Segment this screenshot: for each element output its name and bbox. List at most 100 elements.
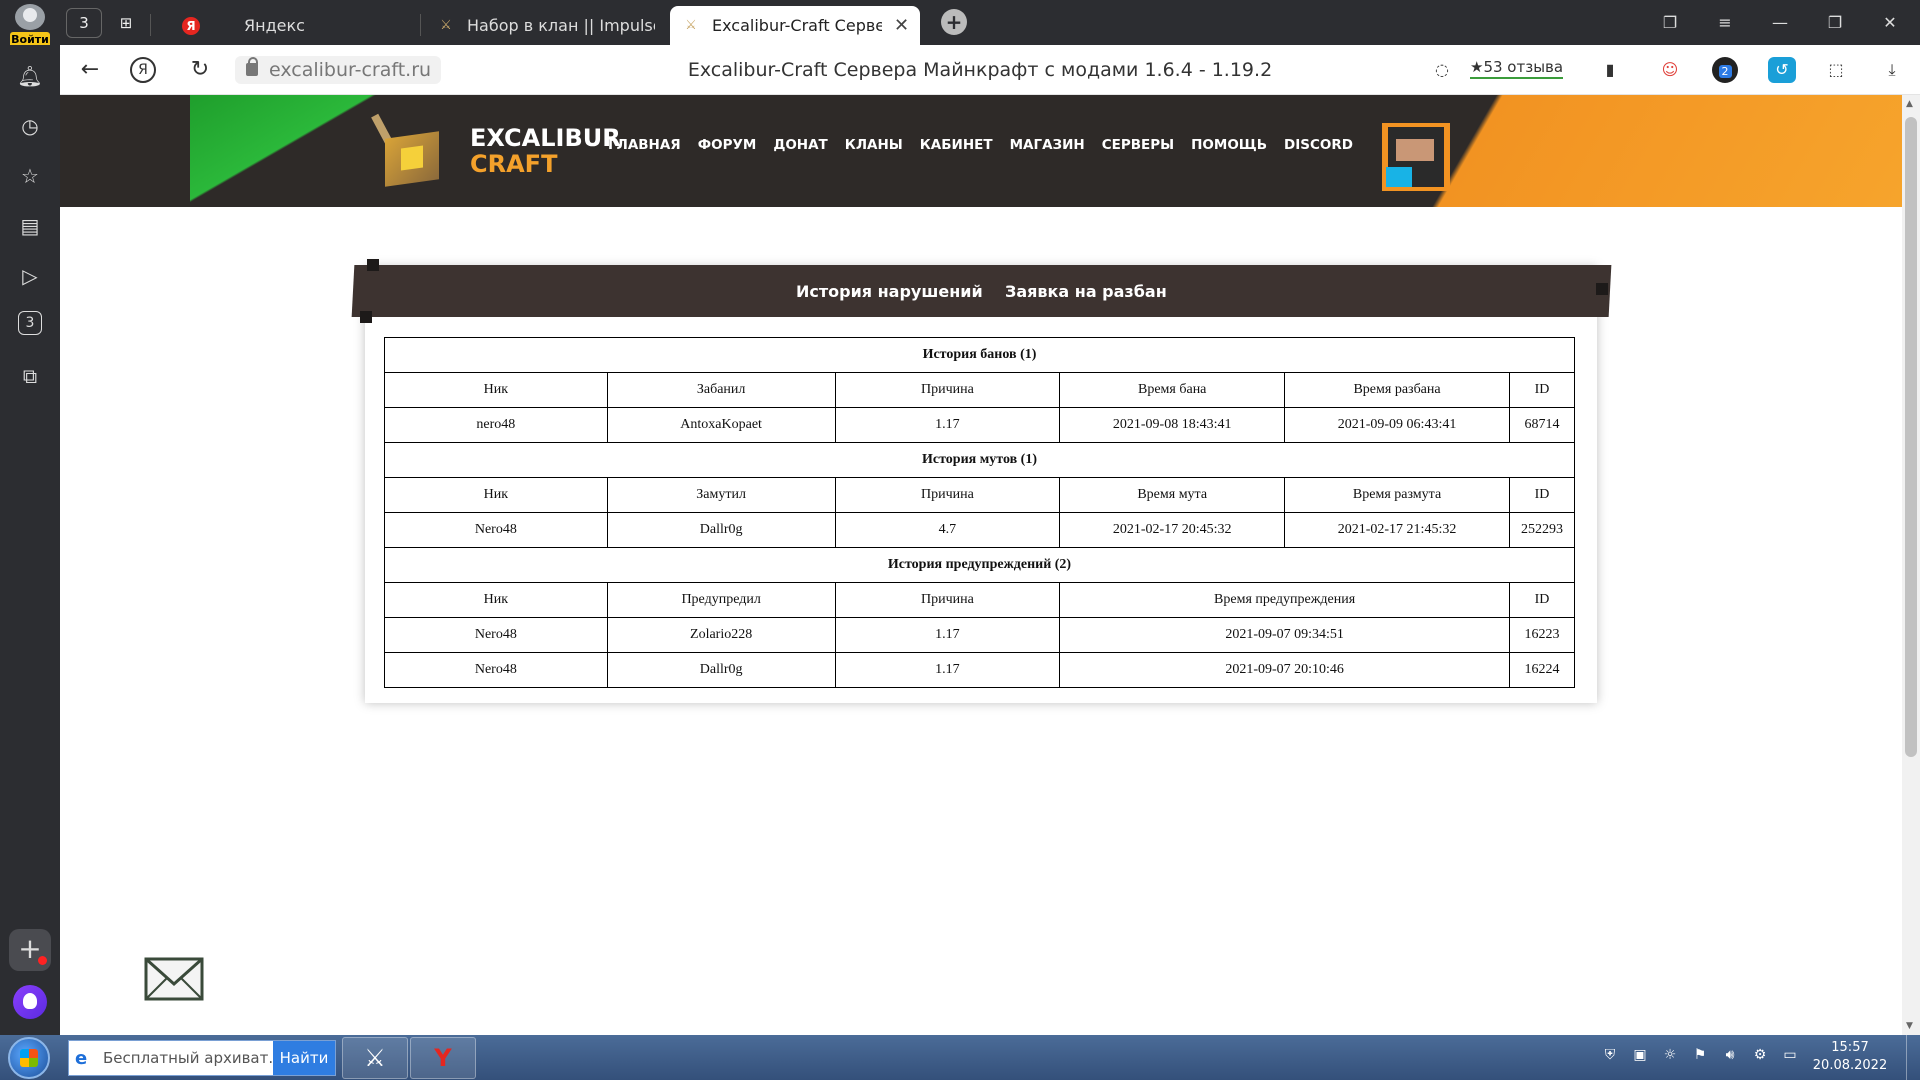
show-desktop-button[interactable] bbox=[1906, 1035, 1920, 1080]
nav-donate[interactable]: ДОНАТ bbox=[773, 137, 827, 153]
tab-excalibur-active[interactable]: ⚔ Excalibur-Craft Сервера ✕ bbox=[670, 6, 920, 45]
tab-groups-icon[interactable]: ⊞ bbox=[108, 8, 144, 38]
back-arrow-icon[interactable]: ← bbox=[75, 55, 105, 85]
taskbar-search-box[interactable]: e Бесплатный архиват... Найти bbox=[68, 1040, 336, 1076]
tab-count-icon[interactable]: 3 bbox=[18, 311, 42, 335]
browser-sidebar: 🔔︎ ◷ ☆ ▤ ▷ 3 ⧉ + bbox=[0, 45, 60, 1035]
table-cell: 1.17 bbox=[834, 407, 1061, 443]
table-header-row: Ник Предупредил Причина Время предупрежд… bbox=[384, 582, 1576, 618]
table-cell: 1.17 bbox=[834, 652, 1061, 688]
player-skin-avatar[interactable] bbox=[1382, 123, 1450, 191]
collections-icon[interactable]: ❐ bbox=[1650, 8, 1690, 38]
nav-clans[interactable]: КЛАНЫ bbox=[845, 137, 903, 153]
sword-favicon-icon: ⚔ bbox=[440, 18, 452, 33]
logo-line-craft: CRAFT bbox=[470, 150, 558, 178]
taskbar-search-button[interactable]: Найти bbox=[273, 1041, 335, 1075]
column-header: Предупредил bbox=[606, 582, 836, 618]
nav-shop[interactable]: МАГАЗИН bbox=[1010, 137, 1085, 153]
taskbar-search-text: Бесплатный архиват... bbox=[103, 1049, 283, 1067]
warnings-section-title: История предупреждений (2) bbox=[384, 547, 1575, 583]
user-avatar-icon bbox=[15, 4, 45, 30]
column-header: Время бана bbox=[1059, 372, 1286, 408]
reviews-link[interactable]: ★53 отзыва bbox=[1470, 58, 1564, 79]
extension-puzzle-icon[interactable]: ⬚ bbox=[1822, 57, 1850, 83]
table-cell: Nero48 bbox=[384, 652, 608, 688]
network-flag-icon[interactable]: ⚑ bbox=[1690, 1045, 1710, 1065]
profile-button[interactable]: Войти bbox=[6, 4, 54, 48]
tab-counter-label: 3 bbox=[79, 14, 89, 32]
table-section-row: История предупреждений (2) bbox=[384, 547, 1575, 583]
minecraft-sword-app-icon[interactable]: ⚔ bbox=[342, 1037, 408, 1079]
extension-translate-icon[interactable]: ↺ bbox=[1768, 57, 1796, 83]
bookmarks-star-icon[interactable]: ☆ bbox=[15, 161, 45, 191]
table-cell: 2021-09-07 20:10:46 bbox=[1059, 652, 1510, 688]
tab-yandex[interactable]: Я Яндекс bbox=[170, 6, 410, 45]
site-logo-text[interactable]: EXCALIBUR CRAFT bbox=[470, 125, 621, 177]
table-cell: 2021-09-07 09:34:51 bbox=[1059, 617, 1510, 653]
nav-cabinet[interactable]: КАБИНЕТ bbox=[920, 137, 993, 153]
extension-counter-icon[interactable]: 2 bbox=[1712, 57, 1738, 83]
minimize-icon[interactable]: — bbox=[1760, 8, 1800, 38]
url-field[interactable]: excalibur-craft.ru bbox=[235, 56, 442, 84]
column-header: ID bbox=[1508, 582, 1576, 618]
clock-time: 15:57 bbox=[1831, 1040, 1869, 1055]
page-scrollbar[interactable]: ▲ ▼ bbox=[1902, 95, 1920, 1035]
new-tab-button[interactable]: + bbox=[941, 9, 967, 35]
notifications-bell-icon[interactable]: 🔔︎ bbox=[15, 61, 45, 91]
video-play-icon[interactable]: ▷ bbox=[15, 261, 45, 291]
table-cell: 1.17 bbox=[834, 617, 1061, 653]
nav-help[interactable]: ПОМОЩЬ bbox=[1191, 137, 1267, 153]
column-header: Время мута bbox=[1059, 477, 1286, 513]
history-clock-icon[interactable]: ◷ bbox=[15, 111, 45, 141]
steam-icon[interactable]: ⚙ bbox=[1750, 1045, 1770, 1065]
excalibur-logo-icon[interactable] bbox=[371, 113, 450, 188]
table-cell: 2021-09-09 06:43:41 bbox=[1284, 407, 1510, 443]
corner-decoration bbox=[1596, 283, 1608, 295]
nav-home[interactable]: ГЛАВНАЯ bbox=[608, 137, 681, 153]
page-content: История нарушений Заявка на разбан Истор… bbox=[60, 207, 1902, 1035]
nav-servers[interactable]: СЕРВЕРЫ bbox=[1102, 137, 1174, 153]
tab-impulse[interactable]: ⚔ Набор в клан || Impulse - I bbox=[425, 6, 655, 45]
column-header: ID bbox=[1508, 372, 1576, 408]
nvidia-icon[interactable]: ▣ bbox=[1630, 1045, 1650, 1065]
system-tray: ⛨ ▣ ☼ ⚑ 🔊︎ ⚙ ▭ bbox=[1600, 1045, 1800, 1065]
screenshot-camera-icon[interactable]: ⧉ bbox=[15, 361, 45, 391]
start-button[interactable] bbox=[8, 1037, 50, 1079]
taskbar-clock[interactable]: 15:57 20.08.2022 bbox=[1810, 1039, 1890, 1075]
table-cell: 2021-09-08 18:43:41 bbox=[1059, 407, 1286, 443]
extension-badge: 2 bbox=[1718, 65, 1732, 78]
nav-discord[interactable]: DISCORD bbox=[1284, 137, 1353, 153]
collections-icon[interactable]: ▤ bbox=[15, 211, 45, 241]
yandex-home-icon[interactable]: Я bbox=[130, 57, 156, 83]
scroll-up-arrow-icon[interactable]: ▲ bbox=[1906, 99, 1913, 109]
tab-counter-button[interactable]: 3 bbox=[66, 8, 102, 38]
table-cell: 68714 bbox=[1508, 407, 1576, 443]
alice-assistant-icon[interactable] bbox=[13, 985, 47, 1019]
close-window-icon[interactable]: ✕ bbox=[1870, 8, 1910, 38]
extension-mask-icon[interactable]: ☺ bbox=[1656, 57, 1684, 83]
nav-forum[interactable]: ФОРУМ bbox=[698, 137, 757, 153]
antivirus-icon[interactable]: ☼ bbox=[1660, 1045, 1680, 1065]
bookmark-icon[interactable]: ▮ bbox=[1596, 57, 1624, 83]
column-header: Причина bbox=[834, 372, 1061, 408]
security-shield-icon[interactable]: ⛨ bbox=[1600, 1045, 1620, 1065]
volume-icon[interactable]: 🔊︎ bbox=[1720, 1045, 1740, 1065]
reload-icon[interactable]: ↻ bbox=[185, 55, 215, 85]
restore-icon[interactable]: ❐ bbox=[1815, 8, 1855, 38]
downloads-icon[interactable]: ⤓ bbox=[1878, 57, 1906, 83]
display-icon[interactable]: ▭ bbox=[1780, 1045, 1800, 1065]
chat-bubble-icon[interactable]: ◌ bbox=[1428, 57, 1456, 83]
table-row: nero48 AntoxaKopaet 1.17 2021-09-08 18:4… bbox=[384, 407, 1576, 443]
tab-unban-request[interactable]: Заявка на разбан bbox=[1005, 282, 1167, 301]
close-tab-icon[interactable]: ✕ bbox=[894, 15, 909, 36]
scroll-down-arrow-icon[interactable]: ▼ bbox=[1906, 1021, 1913, 1031]
yandex-browser-app-icon[interactable]: Y bbox=[410, 1037, 476, 1079]
column-header: ID bbox=[1508, 477, 1576, 513]
table-cell: AntoxaKopaet bbox=[606, 407, 836, 443]
table-section-row: История банов (1) bbox=[384, 337, 1575, 373]
menu-icon[interactable]: ≡ bbox=[1705, 8, 1745, 38]
tab-violation-history[interactable]: История нарушений bbox=[796, 282, 983, 301]
scrollbar-thumb[interactable] bbox=[1905, 117, 1917, 757]
add-panel-button[interactable]: + bbox=[9, 929, 51, 971]
mail-envelope-icon[interactable] bbox=[143, 954, 205, 1004]
